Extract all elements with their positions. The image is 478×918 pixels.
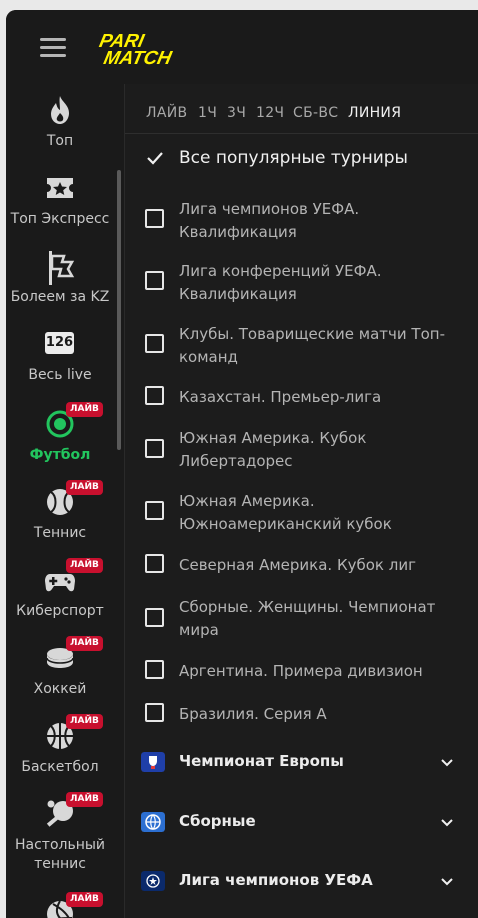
- tab-12h[interactable]: 12Ч: [256, 105, 284, 121]
- sidebar-item-label: Болеем за KZ: [10, 289, 110, 305]
- tournament-label: Южная Америка. Кубок Либертадорес: [179, 429, 367, 470]
- tournaments-panel: ЛАЙВ 1Ч 3Ч 12Ч СБ-ВС ЛИНИЯ Все популярны…: [125, 84, 478, 918]
- tournament-label: Казахстан. Премьер-лига: [179, 388, 382, 406]
- chevron-down-icon: [441, 878, 453, 886]
- tab-live[interactable]: ЛАЙВ: [146, 105, 187, 121]
- logo-line2: MATCH: [102, 48, 175, 66]
- tournament-label: Северная Америка. Кубок лиг: [179, 556, 416, 574]
- euro-cup-icon: [141, 752, 165, 772]
- tournament-checkbox[interactable]: [145, 334, 164, 353]
- globe-icon: [141, 812, 165, 832]
- tournament-checkbox[interactable]: [145, 660, 164, 679]
- sidebar-item-kz[interactable]: Болеем за KZ: [6, 250, 114, 307]
- group-euro-championship[interactable]: Чемпионат Европы: [125, 744, 478, 788]
- live-badge: ЛАЙВ: [66, 480, 103, 495]
- live-badge: ЛАЙВ: [66, 792, 103, 807]
- sidebar-item-label: Весь live: [28, 367, 92, 383]
- group-label: Лига чемпионов УЕФА: [179, 871, 373, 889]
- sidebar-item-football[interactable]: ЛАЙВ Футбол: [6, 402, 114, 465]
- app-window: PARI MATCH Топ Топ Экспресс Болеем за KZ…: [6, 10, 478, 918]
- parimatch-logo[interactable]: PARI MATCH: [92, 30, 204, 66]
- chevron-down-icon: [441, 759, 453, 767]
- sidebar-item-label: Киберспорт: [16, 603, 104, 619]
- all-popular-label: Все популярные турниры: [179, 148, 408, 168]
- tournament-checkbox[interactable]: [145, 554, 164, 573]
- sidebar-item-volleyball[interactable]: ЛАЙВ: [6, 892, 114, 918]
- live-badge: ЛАЙВ: [66, 714, 103, 729]
- tournament-label: Южная Америка. Южноамериканский кубок: [179, 492, 392, 533]
- sidebar-item-label: Футбол: [29, 447, 91, 463]
- sidebar-scrollbar[interactable]: [117, 170, 121, 450]
- tournament-label: Бразилия. Серия А: [179, 705, 327, 723]
- sidebar-item-label: Топ: [46, 133, 74, 149]
- period-tabs: ЛАЙВ 1Ч 3Ч 12Ч СБ-ВС ЛИНИЯ: [125, 84, 478, 134]
- live-badge: ЛАЙВ: [66, 636, 103, 651]
- sidebar-item-label: Теннис: [33, 525, 87, 541]
- chevron-down-icon: [441, 819, 453, 827]
- live-count-icon: 126: [6, 328, 114, 362]
- tournament-label: Аргентина. Примера дивизион: [179, 662, 423, 680]
- tournament-label: Лига чемпионов УЕФА. Квалификация: [179, 200, 360, 241]
- header: PARI MATCH: [6, 10, 478, 84]
- flag-icon: [49, 251, 75, 285]
- sidebar-item-hockey[interactable]: ЛАЙВ Хоккей: [6, 636, 114, 699]
- tournament-checkbox[interactable]: [145, 271, 164, 290]
- tournament-label: Клубы. Товарищеские матчи Топ-команд: [179, 325, 445, 366]
- sidebar-item-label: Настольный теннис: [14, 837, 106, 872]
- live-badge: ЛАЙВ: [66, 892, 103, 907]
- sidebar-item-tennis[interactable]: ЛАЙВ Теннис: [6, 480, 114, 543]
- sidebar-item-label: Топ Экспресс: [10, 211, 110, 227]
- sidebar-item-table-tennis[interactable]: ЛАЙВ Настольный теннис: [6, 792, 114, 874]
- tab-line[interactable]: ЛИНИЯ: [348, 105, 401, 121]
- group-label: Чемпионат Европы: [179, 752, 344, 770]
- tournament-checkbox[interactable]: [145, 439, 164, 458]
- tab-3h[interactable]: 3Ч: [227, 105, 246, 121]
- group-national-teams[interactable]: Сборные: [125, 804, 478, 848]
- checkmark-icon: [147, 152, 163, 165]
- tab-weekend[interactable]: СБ-ВС: [293, 105, 338, 121]
- live-badge: ЛАЙВ: [66, 558, 103, 573]
- group-champions-league[interactable]: Лига чемпионов УЕФА: [125, 863, 478, 907]
- champions-league-icon: [141, 871, 165, 891]
- sidebar-item-basketball[interactable]: ЛАЙВ Баскетбол: [6, 714, 114, 777]
- live-badge: ЛАЙВ: [66, 402, 103, 417]
- sidebar-item-top[interactable]: Топ: [6, 94, 114, 151]
- group-label: Сборные: [179, 812, 256, 830]
- tournament-checkbox[interactable]: [145, 608, 164, 627]
- sidebar-item-label: Хоккей: [33, 681, 87, 697]
- tournament-checkbox[interactable]: [145, 501, 164, 520]
- tournament-checkbox[interactable]: [145, 386, 164, 405]
- tournament-label: Лига конференций УЕФА. Квалификация: [179, 262, 382, 303]
- tournament-checkbox[interactable]: [145, 703, 164, 722]
- menu-icon[interactable]: [40, 36, 66, 58]
- tournament-checkbox[interactable]: [145, 209, 164, 228]
- sidebar-item-label: Баскетбол: [21, 759, 99, 775]
- sports-sidebar: Топ Топ Экспресс Болеем за KZ 126 Весь l…: [6, 84, 124, 918]
- tab-1h[interactable]: 1Ч: [198, 105, 217, 121]
- live-count: 126: [45, 332, 74, 354]
- tournament-label: Сборные. Женщины. Чемпионат мира: [179, 598, 436, 639]
- sidebar-item-all-live[interactable]: 126 Весь live: [6, 328, 114, 385]
- sidebar-item-top-express[interactable]: Топ Экспресс: [6, 172, 114, 229]
- flame-icon: [51, 96, 69, 124]
- all-popular-tournaments[interactable]: Все популярные турниры: [125, 146, 478, 176]
- sidebar-item-esports[interactable]: ЛАЙВ Киберспорт: [6, 558, 114, 621]
- ticket-star-icon: [47, 178, 73, 198]
